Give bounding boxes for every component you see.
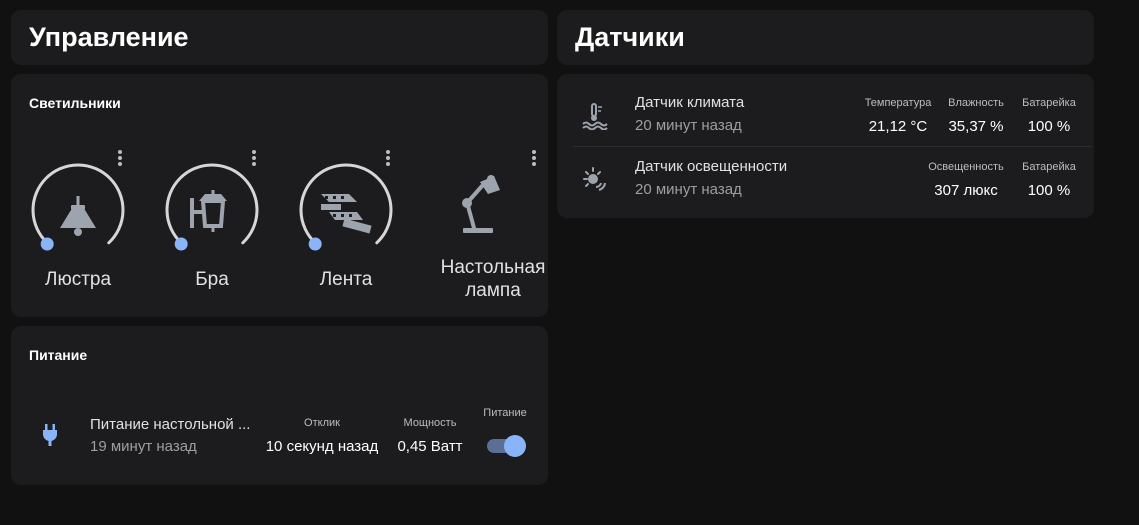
attribute-label: Влажность [948, 97, 1004, 109]
sensor-last-changed: 20 минут назад [635, 117, 742, 134]
brightness-sensor-icon [583, 167, 606, 191]
power-toggle[interactable] [486, 434, 526, 457]
power-title: Питание [29, 347, 88, 363]
sensors-title-card: Датчики [557, 10, 1094, 65]
power-plug-icon [43, 424, 57, 446]
row-divider [573, 146, 1091, 147]
attribute-value: 35,37 % [948, 118, 1004, 135]
attribute-humidity: Влажность 35,37 % [943, 97, 1009, 135]
power-card: Питание Питание настольной ... 19 минут … [11, 326, 548, 485]
brightness-handle[interactable] [174, 237, 188, 251]
sensor-row-illuminance[interactable]: Датчик освещенности 20 минут назад Освещ… [573, 148, 1091, 210]
attribute-value: 21,12 °C [868, 118, 928, 135]
brightness-handle[interactable] [308, 237, 322, 251]
desk-lamp-icon [462, 175, 500, 233]
light-tile-led-strip[interactable]: Лента [281, 146, 411, 326]
thermometer-water-icon [582, 103, 608, 130]
toggle-knob[interactable] [504, 435, 526, 457]
attribute-label: Освещенность [928, 161, 1004, 173]
attribute-value: 0,45 Ватт [397, 438, 463, 455]
attribute-temperature: Температура 21,12 °C [863, 97, 933, 135]
switch-label: Питание [483, 407, 527, 419]
brightness-handle[interactable] [40, 237, 54, 251]
attribute-value: 100 % [1027, 182, 1071, 199]
more-options-icon[interactable] [380, 148, 396, 168]
attribute-power: Мощность 0,45 Ватт [393, 417, 467, 455]
attribute-response: Отклик 10 секунд назад [263, 417, 381, 455]
attribute-value: 100 % [1027, 118, 1071, 135]
attribute-label: Батарейка [1022, 161, 1076, 173]
sensor-row-climate[interactable]: Датчик климата 20 минут назад Температур… [573, 84, 1091, 146]
light-tile-desk-lamp[interactable]: Настольная лампа [416, 146, 546, 326]
light-label: Настольная лампа [440, 257, 546, 301]
sensor-name[interactable]: Датчик освещенности [635, 158, 787, 175]
light-tile-chandelier[interactable]: Люстра [13, 146, 143, 326]
attribute-label: Мощность [403, 417, 457, 429]
lights-card: Светильники Люстра Бра Лента Настольная … [11, 74, 548, 317]
sensors-title: Датчики [575, 22, 685, 52]
light-tile-sconce[interactable]: Бра [147, 146, 277, 326]
attribute-value: 307 люкс [934, 182, 998, 199]
attribute-battery: Батарейка 100 % [1017, 161, 1081, 199]
management-title-card: Управление [11, 10, 548, 65]
sensor-last-changed: 20 минут назад [635, 181, 742, 198]
light-label: Люстра [44, 269, 112, 290]
sensors-card: Датчик климата 20 минут назад Температур… [557, 74, 1094, 218]
attribute-label: Отклик [304, 417, 340, 429]
attribute-value: 10 секунд назад [265, 438, 379, 455]
more-options-icon[interactable] [526, 148, 542, 168]
ceiling-lamp-icon [60, 196, 96, 236]
attribute-illuminance: Освещенность 307 люкс [923, 161, 1009, 199]
wall-lamp-icon [190, 190, 227, 232]
management-title: Управление [29, 22, 189, 52]
lights-title: Светильники [29, 95, 121, 111]
more-options-icon[interactable] [112, 148, 128, 168]
light-label: Бра [195, 269, 229, 290]
led-strip-icon [321, 194, 372, 234]
more-options-icon[interactable] [246, 148, 262, 168]
power-last-changed: 19 минут назад [90, 438, 197, 455]
light-label: Лента [319, 269, 373, 290]
power-entity-name[interactable]: Питание настольной ... [90, 416, 250, 433]
attribute-label: Температура [864, 97, 932, 109]
attribute-battery: Батарейка 100 % [1017, 97, 1081, 135]
sensor-name[interactable]: Датчик климата [635, 94, 744, 111]
attribute-label: Батарейка [1022, 97, 1076, 109]
